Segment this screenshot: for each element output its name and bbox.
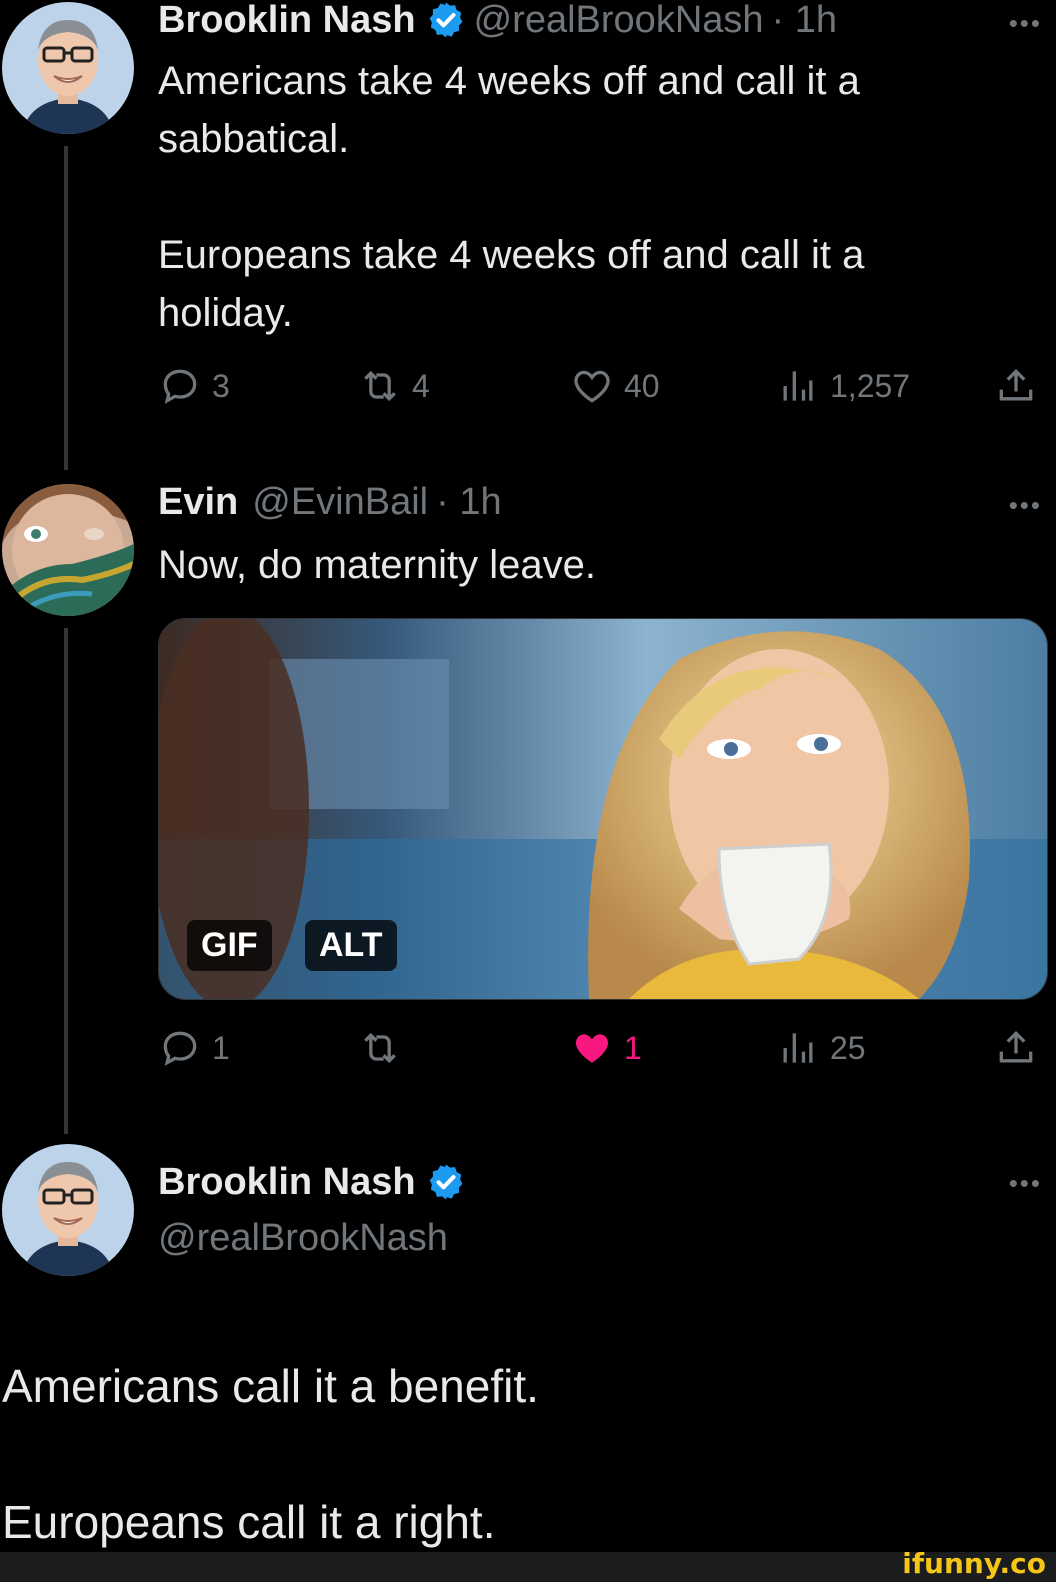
tweet-time[interactable]: · 1h [436, 480, 501, 524]
reply-icon [163, 1031, 197, 1066]
gif-media[interactable]: GIF ALT [158, 618, 1048, 1000]
like-button[interactable]: 40 [570, 364, 660, 408]
like-count: 1 [624, 1029, 642, 1066]
views-count: 1,257 [830, 367, 911, 404]
gif-image [159, 619, 1047, 999]
ifunny-watermark: ifunny.co [902, 1547, 1046, 1580]
avatar-evin-image [2, 484, 134, 616]
watermark-bar [0, 1552, 1056, 1582]
repost-count: 4 [412, 367, 430, 404]
author-handle[interactable]: @EvinBail [252, 480, 428, 524]
share-icon [999, 1030, 1033, 1063]
like-count: 40 [624, 367, 660, 404]
views-icon [783, 1033, 813, 1063]
more-icon[interactable]: ••• [1009, 8, 1042, 39]
reply-count: 1 [212, 1029, 230, 1066]
views-count: 25 [830, 1029, 866, 1066]
author-name[interactable]: Evin [158, 480, 238, 524]
tweet-text: Now, do maternity leave. [158, 543, 596, 587]
share-button[interactable] [994, 1026, 1048, 1070]
verified-icon [429, 1164, 462, 1200]
tweet-actions: 1 1 25 [158, 1026, 1048, 1076]
reply-count: 3 [212, 367, 230, 404]
like-icon [575, 1034, 609, 1063]
tweet-brooklin-focused[interactable]: Brooklin Nash @realBrookNash ••• America… [0, 1140, 1056, 1560]
tweet-header: Evin @EvinBail · 1h [158, 480, 502, 524]
tweet-evin[interactable]: Evin @EvinBail · 1h ••• Now, do maternit… [0, 480, 1056, 1120]
more-icon[interactable]: ••• [1009, 1168, 1042, 1199]
author-handle[interactable]: @realBrookNash [474, 0, 764, 42]
reply-button[interactable]: 1 [158, 1026, 230, 1070]
avatar[interactable] [2, 484, 134, 616]
avatar[interactable] [2, 2, 134, 134]
views-icon [783, 371, 813, 401]
share-icon [999, 368, 1033, 401]
tweet-text: Americans take 4 weeks off and call it a… [158, 59, 865, 335]
tweet-text-line-1: Americans call it a benefit. [2, 1360, 539, 1412]
alt-badge[interactable]: ALT [305, 920, 397, 971]
views-button[interactable]: 25 [776, 1026, 866, 1070]
tweet-brooklin-1[interactable]: Brooklin Nash @realBrookNash · 1h ••• Am… [0, 0, 1056, 460]
more-icon[interactable]: ••• [1009, 490, 1042, 521]
share-button[interactable] [994, 364, 1048, 408]
tweet-actions: 3 4 40 1,257 [158, 364, 1048, 414]
repost-button[interactable] [358, 1026, 412, 1070]
verified-icon [429, 2, 462, 38]
reply-button[interactable]: 3 [158, 364, 230, 408]
reply-icon [163, 369, 197, 404]
gif-badge[interactable]: GIF [187, 920, 272, 971]
avatar[interactable] [2, 1144, 134, 1276]
tweet-time[interactable]: · 1h [772, 0, 837, 42]
views-button[interactable]: 1,257 [776, 364, 910, 408]
tweet-header: Brooklin Nash @realBrookNash · 1h [158, 0, 837, 42]
tweet-text-line-2: Europeans call it a right. [2, 1496, 496, 1548]
avatar-brooklin-image [2, 2, 134, 134]
author-name[interactable]: Brooklin Nash [158, 1160, 416, 1204]
author-name[interactable]: Brooklin Nash [158, 0, 416, 42]
repost-icon [364, 1032, 396, 1064]
like-icon [574, 370, 610, 403]
repost-icon [364, 370, 396, 402]
repost-button[interactable]: 4 [358, 364, 430, 408]
author-handle[interactable]: @realBrookNash [158, 1216, 448, 1260]
avatar-brooklin-image [2, 1144, 134, 1276]
tweet-header: Brooklin Nash [158, 1160, 474, 1204]
like-button[interactable]: 1 [570, 1026, 642, 1070]
